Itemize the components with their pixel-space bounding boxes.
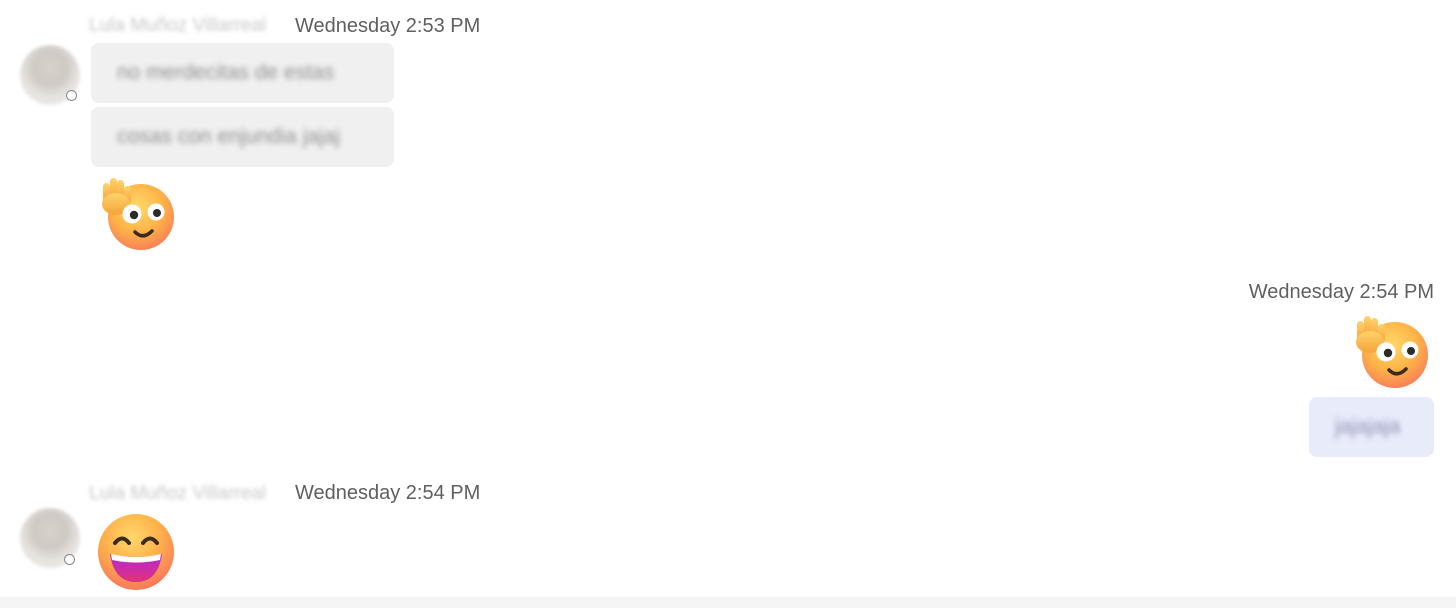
message-timestamp: Wednesday 2:53 PM [295, 15, 481, 37]
message-group: Lula Muñoz Villarreal Wednesday 2:54 PM [0, 475, 1456, 595]
grinning-face-emoji[interactable] [96, 512, 178, 592]
sender-name[interactable]: Lula Muñoz Villarreal [89, 483, 266, 505]
message-text: jajajaja [1335, 415, 1401, 438]
message-bubble[interactable]: no merdecitas de estas [91, 43, 394, 103]
message-group: Lula Muñoz Villarreal Wednesday 2:53 PM … [0, 0, 1456, 260]
presence-status-icon [66, 90, 77, 101]
message-timestamp: Wednesday 2:54 PM [295, 482, 481, 504]
presence-status-icon [64, 554, 75, 565]
waving-face-icon [1356, 316, 1428, 388]
message-bubble[interactable]: cosas con enjundia jajaj [91, 107, 394, 167]
waving-face-emoji[interactable] [94, 174, 178, 254]
message-text: cosas con enjundia jajaj [117, 125, 340, 148]
message-group: Wednesday 2:54 PM jajajaja [0, 275, 1456, 465]
message-text: no merdecitas de estas [117, 61, 335, 84]
waving-face-emoji[interactable] [1348, 312, 1432, 392]
sender-name[interactable]: Lula Muñoz Villarreal [89, 15, 266, 37]
compose-area-edge [0, 597, 1456, 608]
grinning-face-icon [98, 514, 174, 590]
waving-face-icon [102, 178, 174, 250]
message-bubble[interactable]: jajajaja [1309, 397, 1434, 457]
message-timestamp: Wednesday 2:54 PM [1248, 281, 1434, 303]
